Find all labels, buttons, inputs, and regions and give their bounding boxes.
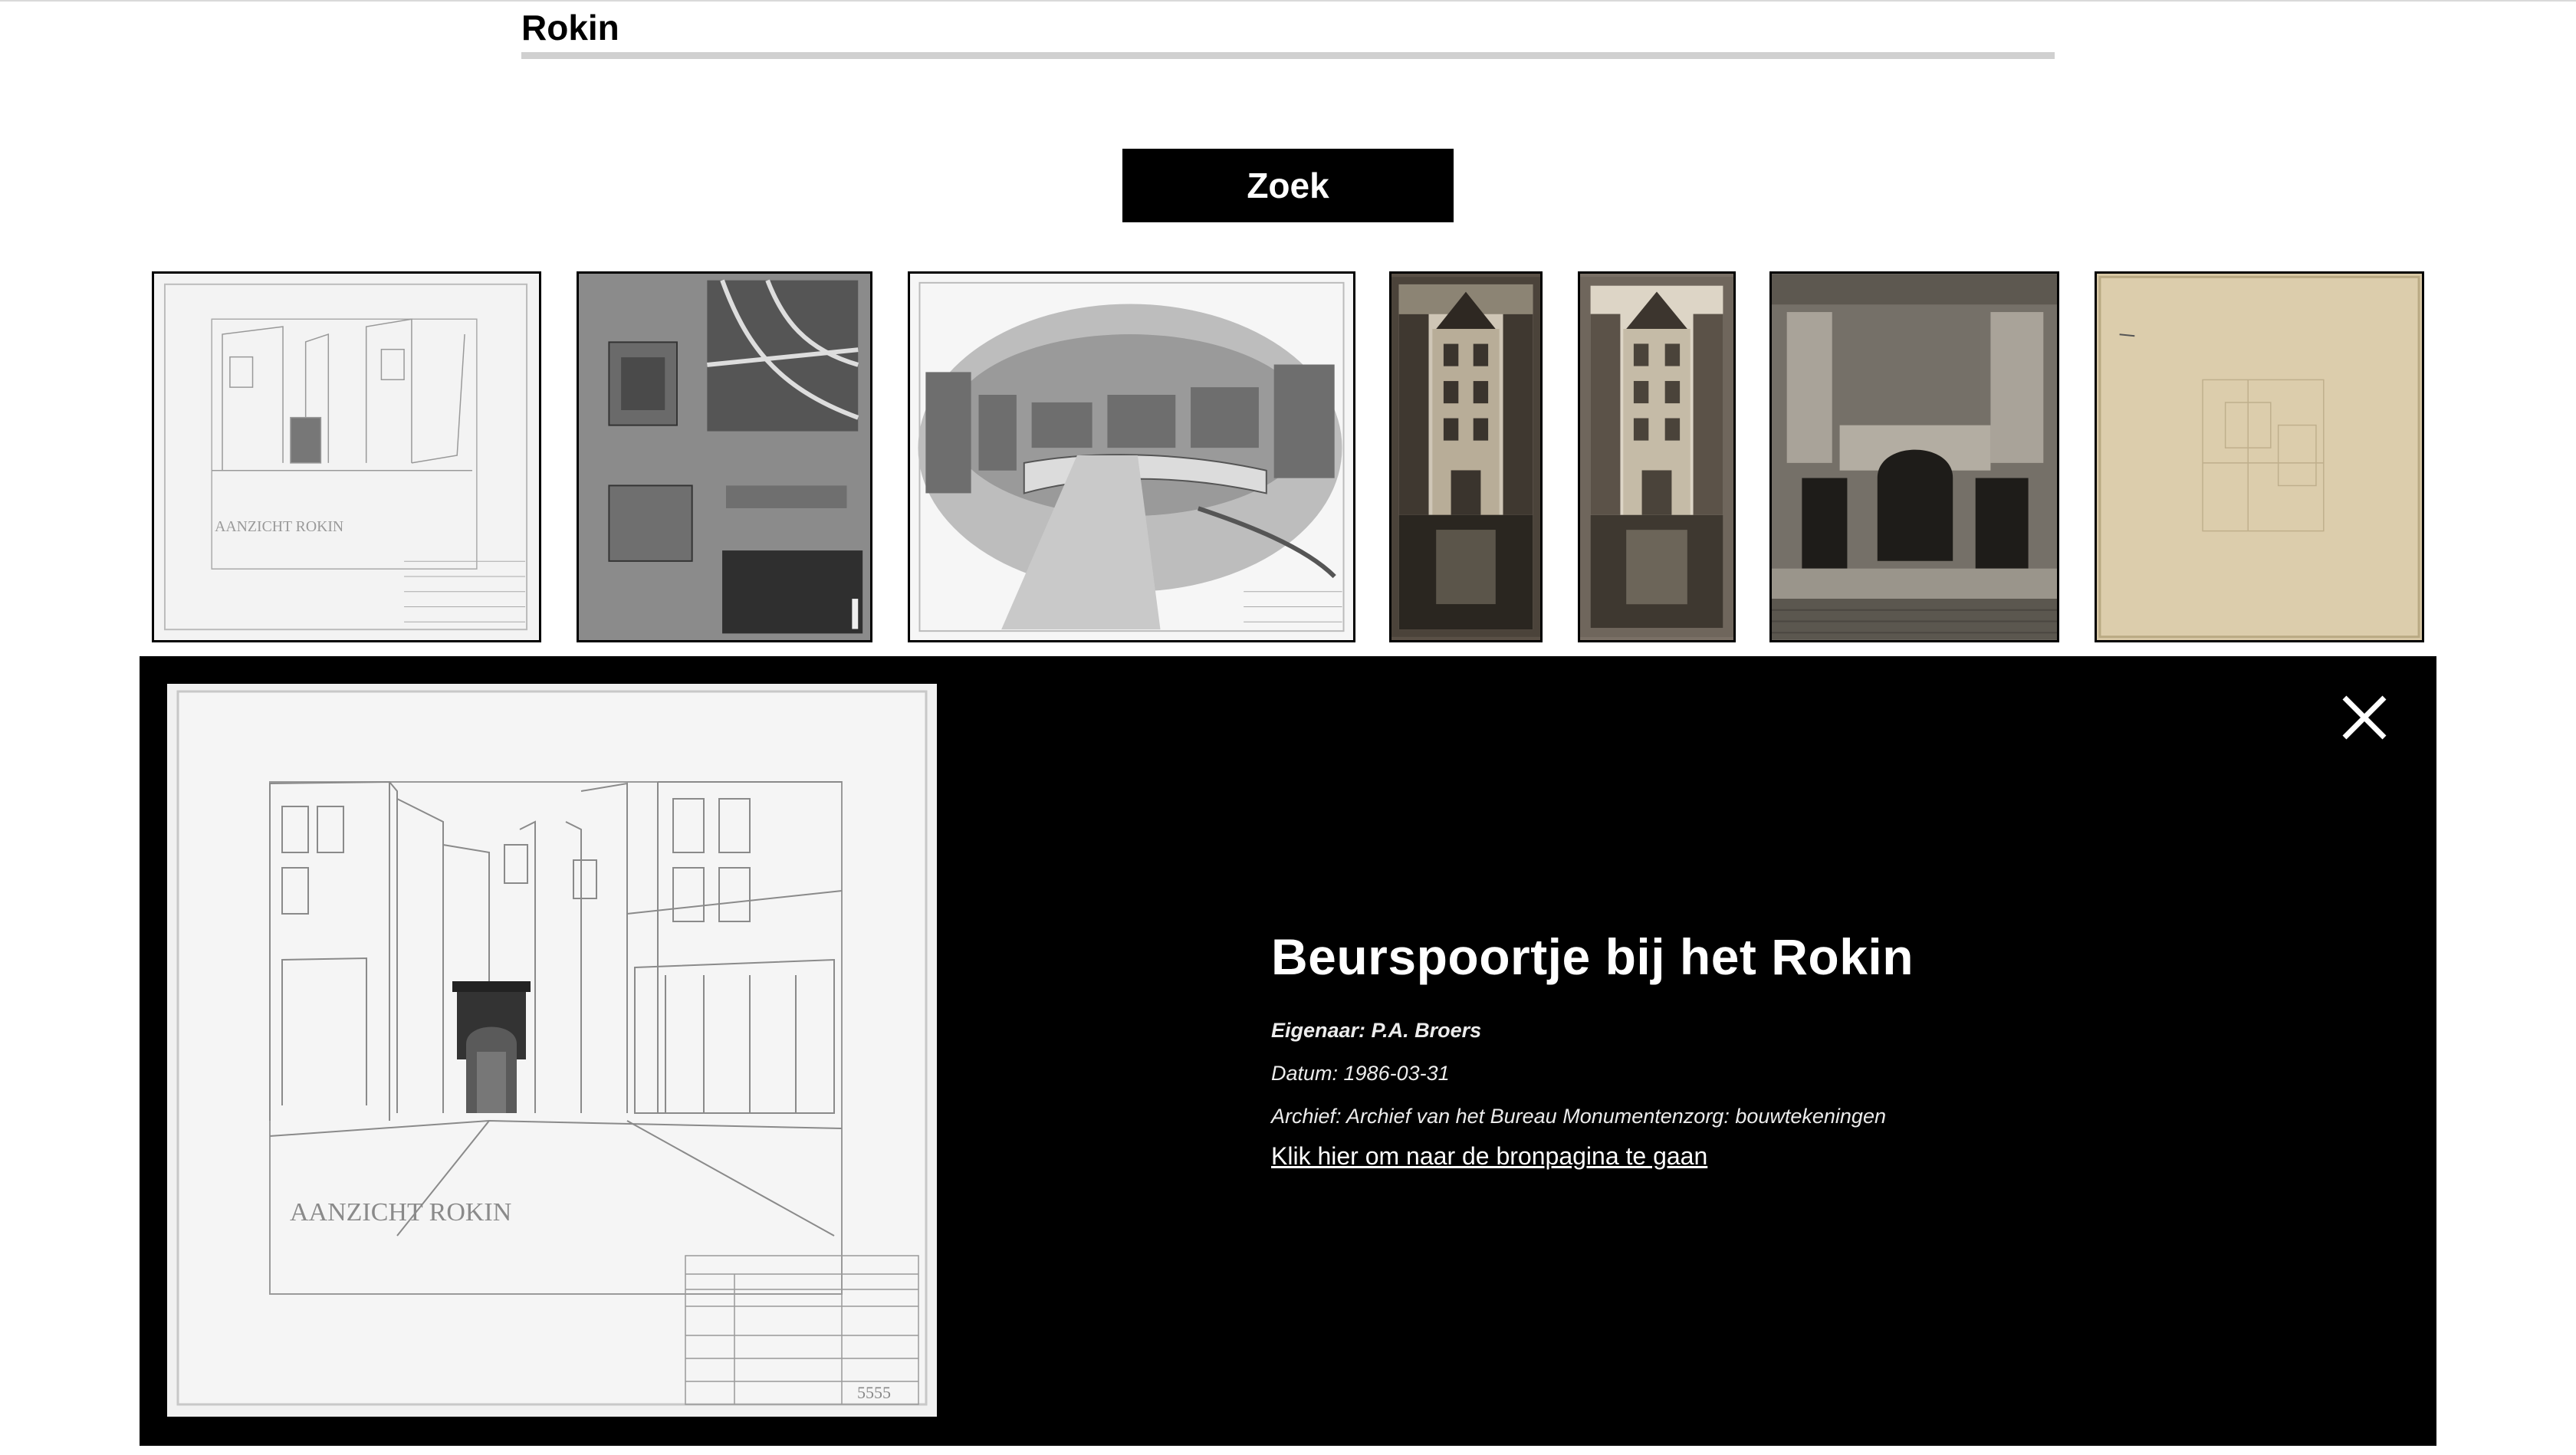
thumbnail-image <box>910 274 1353 640</box>
detail-info: Beurspoortje bij het Rokin Eigenaar: P.A… <box>1271 928 2344 1171</box>
svg-text:AANZICHT ROKIN: AANZICHT ROKIN <box>215 518 343 535</box>
thumbnail-parchment-plan[interactable] <box>2095 271 2424 642</box>
detail-archive: Archief: Archief van het Bureau Monument… <box>1271 1105 1886 1128</box>
detail-owner: Eigenaar: P.A. Broers <box>1271 1019 1482 1042</box>
thumbnail-photo-entrance[interactable] <box>1769 271 2059 642</box>
thumbnail-image: AANZICHT ROKIN <box>154 274 539 640</box>
thumbnail-image <box>579 274 870 640</box>
drawing-caption: AANZICHT ROKIN <box>290 1198 511 1227</box>
thumbnail-photo-building-2[interactable] <box>1578 271 1736 642</box>
close-icon <box>2342 695 2387 740</box>
thumbnail-image <box>2097 274 2422 640</box>
drawing-number: 5555 <box>857 1383 891 1402</box>
detail-date: Datum: 1986-03-31 <box>1271 1062 1450 1085</box>
thumbnail-image <box>1772 274 2057 640</box>
detail-panel: AANZICHT ROKIN 5555 Beurspoortje bij het… <box>140 656 2436 1446</box>
detail-image: AANZICHT ROKIN 5555 <box>167 684 937 1417</box>
source-link[interactable]: Klik hier om naar de bronpagina te gaan <box>1271 1142 1707 1171</box>
thumbnail-drawing-rokin[interactable]: AANZICHT ROKIN <box>152 271 541 642</box>
top-border <box>0 0 2576 2</box>
thumbnail-photo-building[interactable] <box>1389 271 1543 642</box>
thumbnail-image <box>1392 277 1540 637</box>
thumbnail-rokin-bridge[interactable] <box>908 271 1355 642</box>
thumbnail-image <box>1580 277 1733 637</box>
close-button[interactable] <box>2337 690 2392 745</box>
search-button[interactable]: Zoek <box>1122 149 1454 222</box>
detail-title: Beurspoortje bij het Rokin <box>1271 928 1914 985</box>
detail-drawing: AANZICHT ROKIN 5555 <box>167 684 937 1417</box>
search-input[interactable] <box>521 3 2055 59</box>
thumbnail-drawing-plan[interactable] <box>577 271 872 642</box>
